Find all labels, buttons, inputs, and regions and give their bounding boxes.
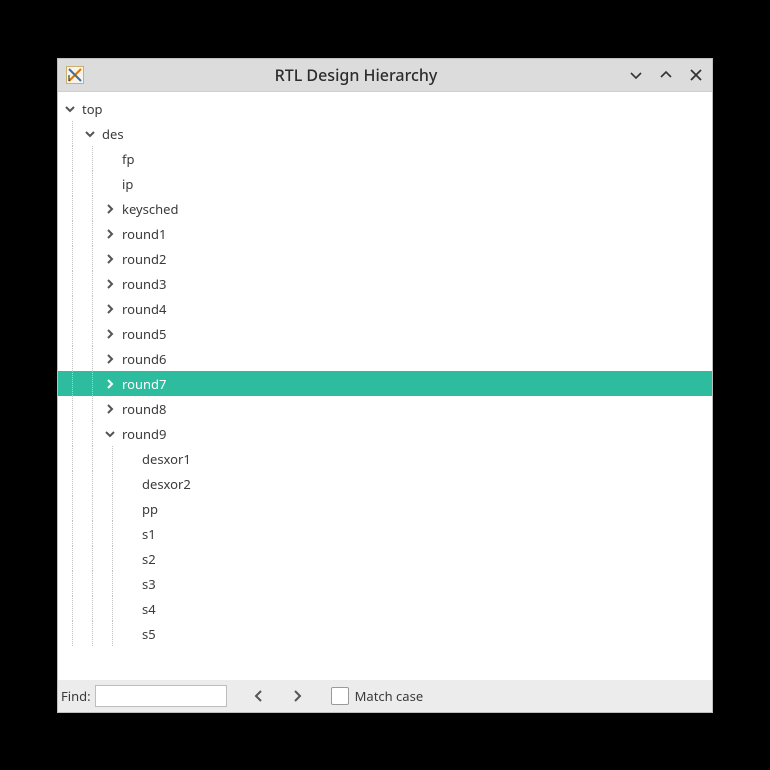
- hierarchy-window: RTL Design Hierarchy top des: [58, 59, 712, 712]
- find-next-button[interactable]: [283, 682, 311, 710]
- chevron-right-icon[interactable]: [102, 304, 118, 314]
- chevron-right-icon[interactable]: [102, 204, 118, 214]
- tree-item-desxor1[interactable]: desxor1: [58, 446, 712, 471]
- tree-item-label: s3: [142, 575, 156, 593]
- tree-item-s5[interactable]: s5: [58, 621, 712, 646]
- find-bar: Find: Match case: [58, 680, 712, 712]
- tree-item-s3[interactable]: s3: [58, 571, 712, 596]
- tree-item-label: s4: [142, 600, 156, 618]
- tree-item-top[interactable]: top: [58, 96, 712, 121]
- tree-item-label: s2: [142, 550, 156, 568]
- tree-item-round9[interactable]: round9: [58, 421, 712, 446]
- tree-item-label: s5: [142, 625, 156, 643]
- tree-item-label: pp: [142, 500, 158, 518]
- tree-item-round2[interactable]: round2: [58, 246, 712, 271]
- app-icon: [66, 66, 84, 84]
- tree-item-round8[interactable]: round8: [58, 396, 712, 421]
- chevron-right-icon[interactable]: [102, 404, 118, 414]
- tree-item-label: desxor2: [142, 475, 191, 493]
- tree-item-round3[interactable]: round3: [58, 271, 712, 296]
- tree-item-desxor2[interactable]: desxor2: [58, 471, 712, 496]
- tree-item-label: top: [82, 100, 103, 118]
- chevron-right-icon[interactable]: [102, 254, 118, 264]
- tree-item-s1[interactable]: s1: [58, 521, 712, 546]
- tree-item-s2[interactable]: s2: [58, 546, 712, 571]
- tree-item-pp[interactable]: pp: [58, 496, 712, 521]
- tree-item-label: round5: [122, 325, 166, 343]
- find-prev-button[interactable]: [245, 682, 273, 710]
- tree-item-label: keysched: [122, 200, 178, 218]
- tree-item-label: des: [102, 125, 124, 143]
- maximize-button[interactable]: [658, 67, 674, 83]
- titlebar[interactable]: RTL Design Hierarchy: [58, 59, 712, 92]
- chevron-down-icon[interactable]: [82, 129, 98, 139]
- chevron-right-icon[interactable]: [102, 279, 118, 289]
- tree-item-round6[interactable]: round6: [58, 346, 712, 371]
- close-button[interactable]: [688, 67, 704, 83]
- tree-item-label: fp: [122, 150, 134, 168]
- find-label: Find:: [59, 687, 95, 705]
- chevron-down-icon[interactable]: [62, 104, 78, 114]
- tree-item-label: desxor1: [142, 450, 191, 468]
- tree-item-label: round3: [122, 275, 166, 293]
- tree-item-label: s1: [142, 525, 156, 543]
- tree-item-label: round4: [122, 300, 166, 318]
- chevron-right-icon[interactable]: [102, 379, 118, 389]
- tree-item-label: round7: [122, 375, 166, 393]
- tree-item-round7[interactable]: round7: [58, 371, 712, 396]
- tree-item-s4[interactable]: s4: [58, 596, 712, 621]
- chevron-down-icon[interactable]: [102, 429, 118, 439]
- tree-item-label: round2: [122, 250, 166, 268]
- find-input[interactable]: [95, 685, 227, 707]
- chevron-right-icon[interactable]: [102, 354, 118, 364]
- chevron-right-icon[interactable]: [102, 329, 118, 339]
- tree-item-round1[interactable]: round1: [58, 221, 712, 246]
- match-case-checkbox[interactable]: Match case: [331, 687, 424, 705]
- tree-item-round4[interactable]: round4: [58, 296, 712, 321]
- tree-item-label: round1: [122, 225, 166, 243]
- match-case-label: Match case: [355, 687, 424, 705]
- tree-item-des[interactable]: des: [58, 121, 712, 146]
- tree-view[interactable]: top des fp ip keysched round1: [58, 92, 712, 680]
- tree-item-ip[interactable]: ip: [58, 171, 712, 196]
- tree-item-label: round8: [122, 400, 166, 418]
- chevron-right-icon[interactable]: [102, 229, 118, 239]
- checkbox-icon: [331, 687, 349, 705]
- window-title: RTL Design Hierarchy: [84, 64, 628, 86]
- tree-item-label: round6: [122, 350, 166, 368]
- tree-item-keysched[interactable]: keysched: [58, 196, 712, 221]
- window-controls: [628, 67, 704, 83]
- tree-item-label: ip: [122, 175, 133, 193]
- tree-item-fp[interactable]: fp: [58, 146, 712, 171]
- minimize-button[interactable]: [628, 67, 644, 83]
- tree-item-round5[interactable]: round5: [58, 321, 712, 346]
- tree-item-label: round9: [122, 425, 166, 443]
